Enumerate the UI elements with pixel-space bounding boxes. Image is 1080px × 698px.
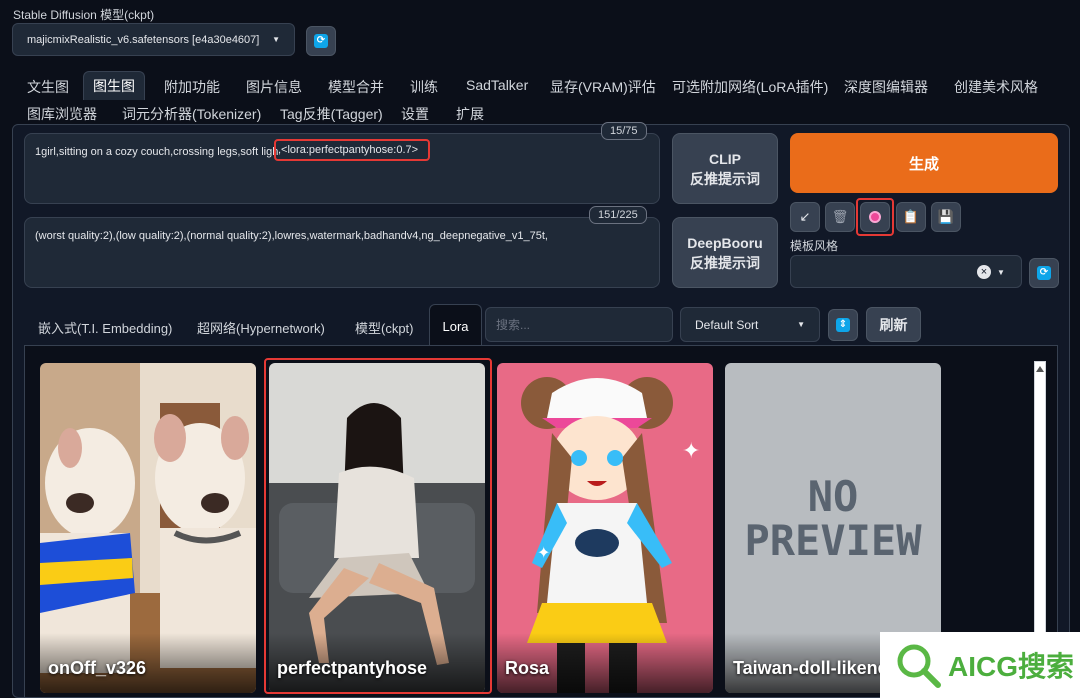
prompt-text: 1girl,sitting on a cozy couch,crossing l… xyxy=(35,146,279,158)
tab-lora-label: Lora xyxy=(442,319,469,334)
tab-additional-networks[interactable]: 可选附加网络(LoRA插件) xyxy=(672,77,828,97)
styles-label: 模板风格 xyxy=(790,239,839,253)
svg-text:✦: ✦ xyxy=(537,543,550,562)
watermark-text: AICG搜索 xyxy=(948,651,1075,682)
tab-txt2img[interactable]: 文生图 xyxy=(27,77,69,97)
chevron-down-icon: ▼ xyxy=(997,268,1005,277)
refresh-icon: ⟳ xyxy=(1037,266,1051,280)
lora-card-onoff[interactable]: onOff_v326 xyxy=(40,363,256,693)
tab-tagger[interactable]: Tag反推(Tagger) xyxy=(280,104,383,124)
model-select[interactable]: majicmixRealistic_v6.safetensors [e4a30e… xyxy=(12,23,295,56)
card-name: Rosa xyxy=(505,658,550,678)
styles-dropdown[interactable]: × ▼ xyxy=(790,255,1022,288)
clear-prompt-button[interactable]: 🗑 xyxy=(825,202,855,232)
tab-create-style[interactable]: 创建美术风格 xyxy=(954,77,1038,97)
sort-value: Default Sort xyxy=(695,317,759,332)
read-params-button[interactable]: ↙ xyxy=(790,202,820,232)
negative-token-counter: 151/225 xyxy=(589,206,647,224)
lora-card-rosa[interactable]: ✦ ✦ Rosa xyxy=(497,363,713,693)
clip-sublabel: 反推提示词 xyxy=(690,170,760,187)
tab-embedding[interactable]: 嵌入式(T.I. Embedding) xyxy=(38,318,172,337)
network-search-input[interactable]: 搜索... xyxy=(485,307,673,342)
save-style-button[interactable]: 💾 xyxy=(931,202,961,232)
sort-dropdown[interactable]: Default Sort ▼ xyxy=(680,307,820,342)
clear-icon[interactable]: × xyxy=(977,265,991,279)
refresh-networks-button[interactable]: 刷新 xyxy=(866,307,921,342)
generate-button[interactable]: 生成 xyxy=(790,133,1058,193)
chevron-down-icon: ▼ xyxy=(797,320,805,329)
sort-direction-button[interactable]: ⇕ xyxy=(828,309,858,341)
tab-image-browser[interactable]: 图库浏览器 xyxy=(27,104,97,124)
prompt-lora-tag: ,<lora:perfectpantyhose:0.7> xyxy=(278,144,419,156)
chevron-down-icon: ▼ xyxy=(272,35,280,44)
model-refresh-button[interactable]: ⟳ xyxy=(306,26,336,56)
clip-label: CLIP xyxy=(709,150,741,167)
tab-checkpoints[interactable]: 模型(ckpt) xyxy=(355,318,414,337)
no-preview-text: NO PREVIEW xyxy=(744,472,922,565)
tab-tokenizer[interactable]: 词元分析器(Tokenizer) xyxy=(122,104,261,124)
prompt-token-counter: 15/75 xyxy=(601,122,647,140)
trash-icon: 🗑 xyxy=(831,209,849,224)
apply-style-button[interactable]: 📋 xyxy=(896,202,926,232)
lora-tag-highlight: ,<lora:perfectpantyhose:0.7> xyxy=(274,139,430,161)
deepbooru-label: DeepBooru xyxy=(687,234,763,251)
tab-lora-active[interactable]: Lora xyxy=(429,304,482,346)
styles-refresh-button[interactable]: ⟳ xyxy=(1029,258,1059,288)
svg-text:✦: ✦ xyxy=(682,439,700,464)
sort-order-icon: ⇕ xyxy=(836,318,850,332)
model-label: Stable Diffusion 模型(ckpt) xyxy=(13,8,155,22)
tab-extensions[interactable]: 扩展 xyxy=(456,104,484,124)
deepbooru-interrogate-button[interactable]: DeepBooru 反推提示词 xyxy=(672,217,778,288)
tab-hypernetwork[interactable]: 超网络(Hypernetwork) xyxy=(197,318,325,337)
negative-prompt-text: (worst quality:2),(low quality:2),(norma… xyxy=(35,230,548,242)
selected-card-highlight xyxy=(264,358,492,694)
tab-checkpoint-merger[interactable]: 模型合并 xyxy=(328,77,384,97)
clipboard-icon: 📋 xyxy=(902,209,920,224)
tab-train[interactable]: 训练 xyxy=(410,77,438,97)
tab-img2img[interactable]: 图生图 xyxy=(83,71,145,100)
tab-png-info[interactable]: 图片信息 xyxy=(246,77,302,97)
tab-sadtalker[interactable]: SadTalker xyxy=(466,77,528,93)
search-icon xyxy=(897,644,941,688)
deepbooru-sublabel: 反推提示词 xyxy=(690,254,760,271)
tab-extras[interactable]: 附加功能 xyxy=(164,77,220,97)
tab-depth-editor[interactable]: 深度图编辑器 xyxy=(844,77,928,97)
model-select-value: majicmixRealistic_v6.safetensors [e4a30e… xyxy=(27,33,260,46)
arrow-icon: ↙ xyxy=(799,209,811,224)
watermark-logo: AICG搜索 xyxy=(880,632,1080,698)
card-name: onOff_v326 xyxy=(48,658,147,678)
negative-prompt-textarea[interactable]: (worst quality:2),(low quality:2),(norma… xyxy=(24,217,660,288)
extra-networks-highlight xyxy=(856,198,894,236)
clip-interrogate-button[interactable]: CLIP 反推提示词 xyxy=(672,133,778,204)
tab-settings[interactable]: 设置 xyxy=(401,104,429,124)
tab-vram-estimator[interactable]: 显存(VRAM)评估 xyxy=(550,77,656,97)
save-icon: 💾 xyxy=(937,209,955,224)
scroll-up-arrow-icon[interactable] xyxy=(1036,366,1044,372)
refresh-icon: ⟳ xyxy=(314,34,328,48)
